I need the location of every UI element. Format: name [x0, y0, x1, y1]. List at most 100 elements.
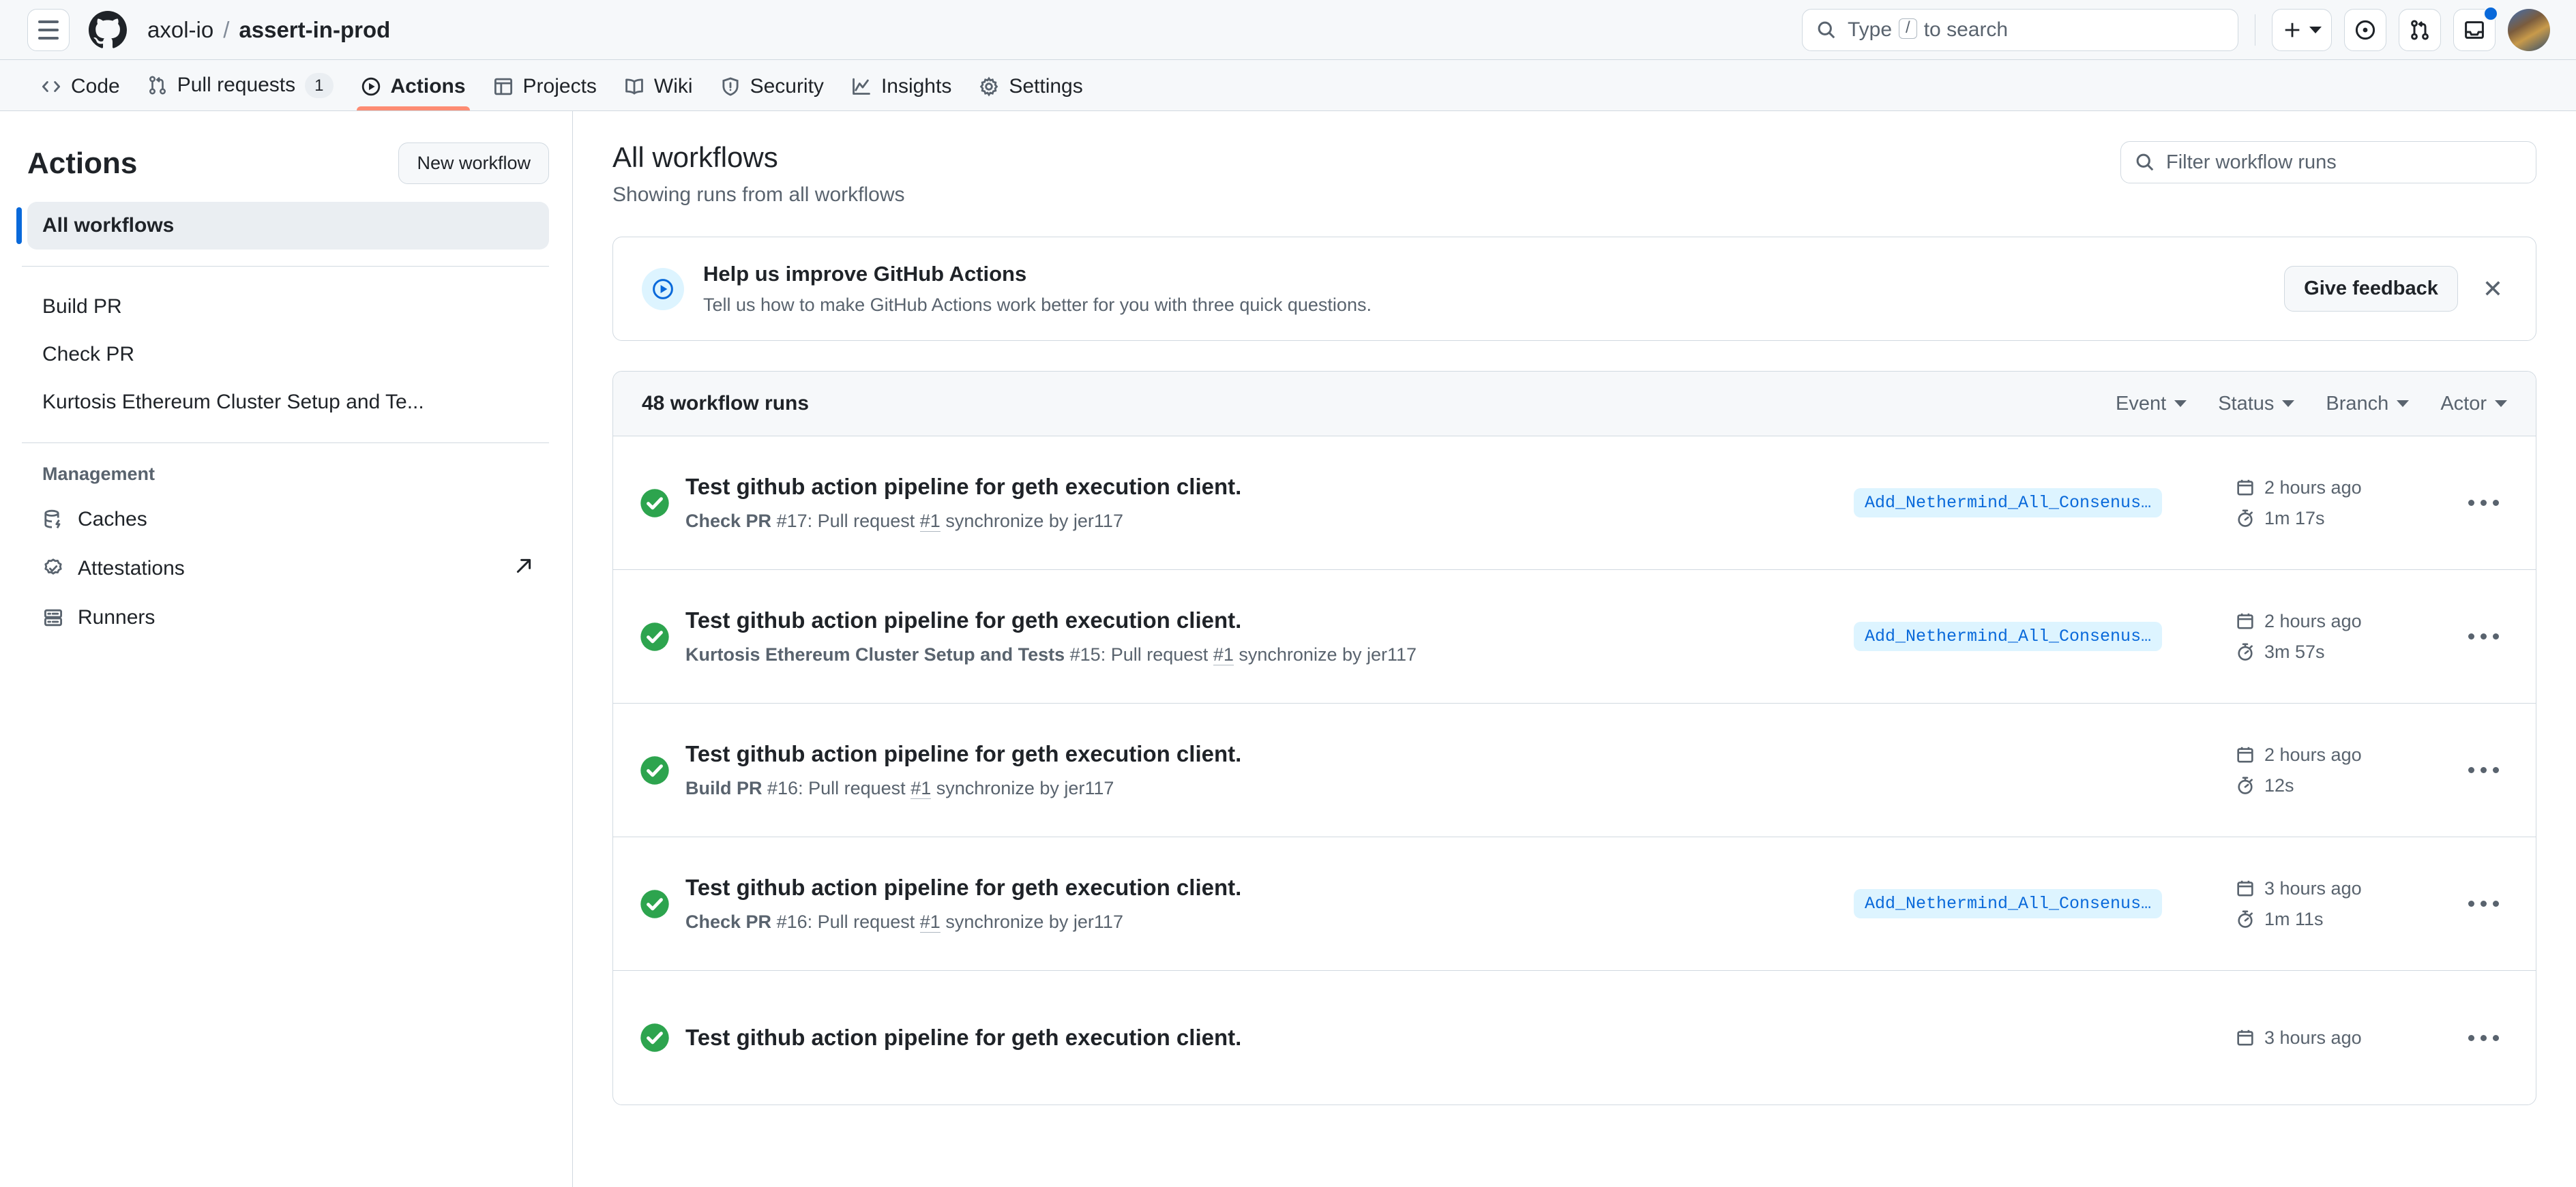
- run-time-ago: 2 hours ago: [2236, 477, 2440, 498]
- breadcrumb-repo[interactable]: assert-in-prod: [239, 17, 390, 43]
- tab-settings[interactable]: Settings: [965, 75, 1096, 110]
- run-pr-link[interactable]: #1: [1213, 644, 1234, 665]
- run-time-ago-text: 3 hours ago: [2264, 1027, 2362, 1048]
- branch-badge[interactable]: Add_Nethermind_All_Consenus…: [1854, 622, 2163, 651]
- pull-requests-button[interactable]: [2399, 8, 2441, 51]
- issues-button[interactable]: [2344, 8, 2386, 51]
- branch-column: Add_Nethermind_All_Consenus…: [1854, 889, 2236, 918]
- avatar[interactable]: [2508, 8, 2550, 51]
- run-duration-text: 3m 57s: [2264, 641, 2325, 662]
- workflow-runs-filters: Event Status Branch Actor: [2116, 393, 2507, 415]
- run-title[interactable]: Test github action pipeline for geth exe…: [685, 1025, 1854, 1051]
- run-workflow-name[interactable]: Check PR: [685, 912, 771, 932]
- run-event-suffix: synchronize by jer117: [1239, 644, 1417, 665]
- run-workflow-name[interactable]: Kurtosis Ethereum Cluster Setup and Test…: [685, 644, 1065, 665]
- run-time-ago: 3 hours ago: [2236, 1027, 2440, 1049]
- table-row[interactable]: Test github action pipeline for geth exe…: [613, 837, 2536, 971]
- filter-actor-label: Actor: [2440, 392, 2487, 415]
- page-title: Actions: [27, 146, 138, 180]
- play-circle-icon: [642, 267, 684, 310]
- sidebar-item-attestations[interactable]: Attestations: [27, 543, 549, 594]
- chevron-down-icon: [2397, 400, 2410, 407]
- plus-icon: [2285, 22, 2300, 37]
- run-meta: Build PR #16: Pull request #1 synchroniz…: [685, 778, 1854, 799]
- sidebar-item-caches[interactable]: Caches: [27, 496, 549, 543]
- workflow-runs-panel: 48 workflow runs Event Status Branch Act…: [612, 371, 2536, 1105]
- chevron-down-icon: [2282, 400, 2295, 407]
- kebab-menu-icon[interactable]: [2459, 767, 2507, 773]
- kebab-menu-icon[interactable]: [2459, 901, 2507, 907]
- pull-requests-count: 1: [305, 72, 334, 98]
- filter-branch-dropdown[interactable]: Branch: [2326, 393, 2410, 415]
- run-workflow-name[interactable]: Build PR: [685, 778, 763, 798]
- tab-projects[interactable]: Projects: [479, 75, 610, 110]
- filter-event-label: Event: [2116, 392, 2167, 415]
- tab-code[interactable]: Code: [27, 75, 134, 110]
- sidebar-item-build-pr[interactable]: Build PR: [27, 283, 549, 331]
- breadcrumb-owner[interactable]: axol-io: [147, 17, 213, 43]
- run-title[interactable]: Test github action pipeline for geth exe…: [685, 875, 1854, 901]
- tab-settings-label: Settings: [1009, 75, 1083, 97]
- kebab-menu-icon[interactable]: [2459, 1034, 2507, 1041]
- filter-status-dropdown[interactable]: Status: [2218, 393, 2295, 415]
- banner-text: Help us improve GitHub Actions Tell us h…: [703, 262, 1372, 316]
- run-duration-text: 1m 17s: [2264, 507, 2325, 528]
- filter-actor-dropdown[interactable]: Actor: [2440, 393, 2507, 415]
- sidebar-item-check-pr[interactable]: Check PR: [27, 331, 549, 378]
- global-header: axol-io / assert-in-prod Type / to searc…: [0, 0, 2576, 60]
- calendar-icon: [2237, 479, 2253, 496]
- run-pr-link[interactable]: #1: [919, 511, 941, 532]
- branch-badge[interactable]: Add_Nethermind_All_Consenus…: [1854, 889, 2163, 918]
- table-row[interactable]: Test github action pipeline for geth exe…: [613, 704, 2536, 837]
- run-title[interactable]: Test github action pipeline for geth exe…: [685, 741, 1854, 767]
- main-header: All workflows Showing runs from all work…: [612, 141, 2536, 207]
- sidebar-group-management: Management: [42, 464, 156, 484]
- tab-security[interactable]: Security: [707, 75, 838, 110]
- check-circle-icon: [639, 755, 670, 786]
- run-meta: Check PR #17: Pull request #1 synchroniz…: [685, 511, 1854, 532]
- breadcrumb: axol-io / assert-in-prod: [147, 17, 390, 43]
- branch-badge[interactable]: Add_Nethermind_All_Consenus…: [1854, 488, 2163, 517]
- tab-actions[interactable]: Actions: [347, 75, 479, 110]
- run-title[interactable]: Test github action pipeline for geth exe…: [685, 474, 1854, 500]
- filter-event-dropdown[interactable]: Event: [2116, 393, 2187, 415]
- table-row[interactable]: Test github action pipeline for geth exe…: [613, 971, 2536, 1105]
- close-icon[interactable]: ✕: [2478, 273, 2507, 305]
- search-icon: [2136, 153, 2154, 171]
- search-placeholder: Type / to search: [1848, 18, 2008, 42]
- sidebar-item-kurtosis[interactable]: Kurtosis Ethereum Cluster Setup and Te..…: [27, 378, 549, 426]
- new-workflow-button[interactable]: New workflow: [398, 142, 549, 184]
- tab-pull-requests[interactable]: Pull requests 1: [134, 72, 347, 110]
- tab-security-label: Security: [750, 75, 824, 97]
- kebab-menu-icon[interactable]: [2459, 633, 2507, 640]
- sidebar-item-all-workflows[interactable]: All workflows: [16, 202, 549, 250]
- sidebar-item-runners[interactable]: Runners: [27, 594, 549, 642]
- tab-wiki[interactable]: Wiki: [610, 75, 707, 110]
- run-time-ago: 2 hours ago: [2236, 745, 2440, 766]
- page-body: Actions New workflow All workflows Build…: [0, 111, 2576, 1187]
- run-pr-link[interactable]: #1: [919, 912, 941, 933]
- time-column: 2 hours ago 1m 17s: [2236, 477, 2440, 529]
- run-pr-link[interactable]: #1: [911, 778, 932, 799]
- run-title[interactable]: Test github action pipeline for geth exe…: [685, 607, 1854, 633]
- inbox-button[interactable]: [2453, 5, 2498, 51]
- give-feedback-button[interactable]: Give feedback: [2284, 266, 2458, 312]
- workflow-runs-header: 48 workflow runs Event Status Branch Act…: [613, 372, 2536, 436]
- github-logo-icon[interactable]: [89, 10, 127, 49]
- banner-subtitle: Tell us how to make GitHub Actions work …: [703, 295, 1372, 315]
- run-info: Test github action pipeline for geth exe…: [685, 607, 1854, 665]
- check-circle-icon: [639, 888, 670, 920]
- play-circle-icon: [361, 77, 380, 96]
- table-row[interactable]: Test github action pipeline for geth exe…: [613, 570, 2536, 704]
- run-duration-text: 1m 11s: [2264, 908, 2324, 929]
- filter-workflow-runs-input[interactable]: Filter workflow runs: [2120, 141, 2536, 183]
- kebab-menu-icon[interactable]: [2459, 500, 2507, 506]
- run-workflow-name[interactable]: Check PR: [685, 511, 771, 531]
- tab-code-label: Code: [71, 75, 120, 97]
- create-new-button[interactable]: [2272, 8, 2332, 51]
- table-row[interactable]: Test github action pipeline for geth exe…: [613, 436, 2536, 570]
- tab-insights[interactable]: Insights: [838, 75, 965, 110]
- search-input[interactable]: Type / to search: [1802, 8, 2238, 51]
- hamburger-menu-icon[interactable]: [27, 8, 70, 51]
- run-info: Test github action pipeline for geth exe…: [685, 741, 1854, 799]
